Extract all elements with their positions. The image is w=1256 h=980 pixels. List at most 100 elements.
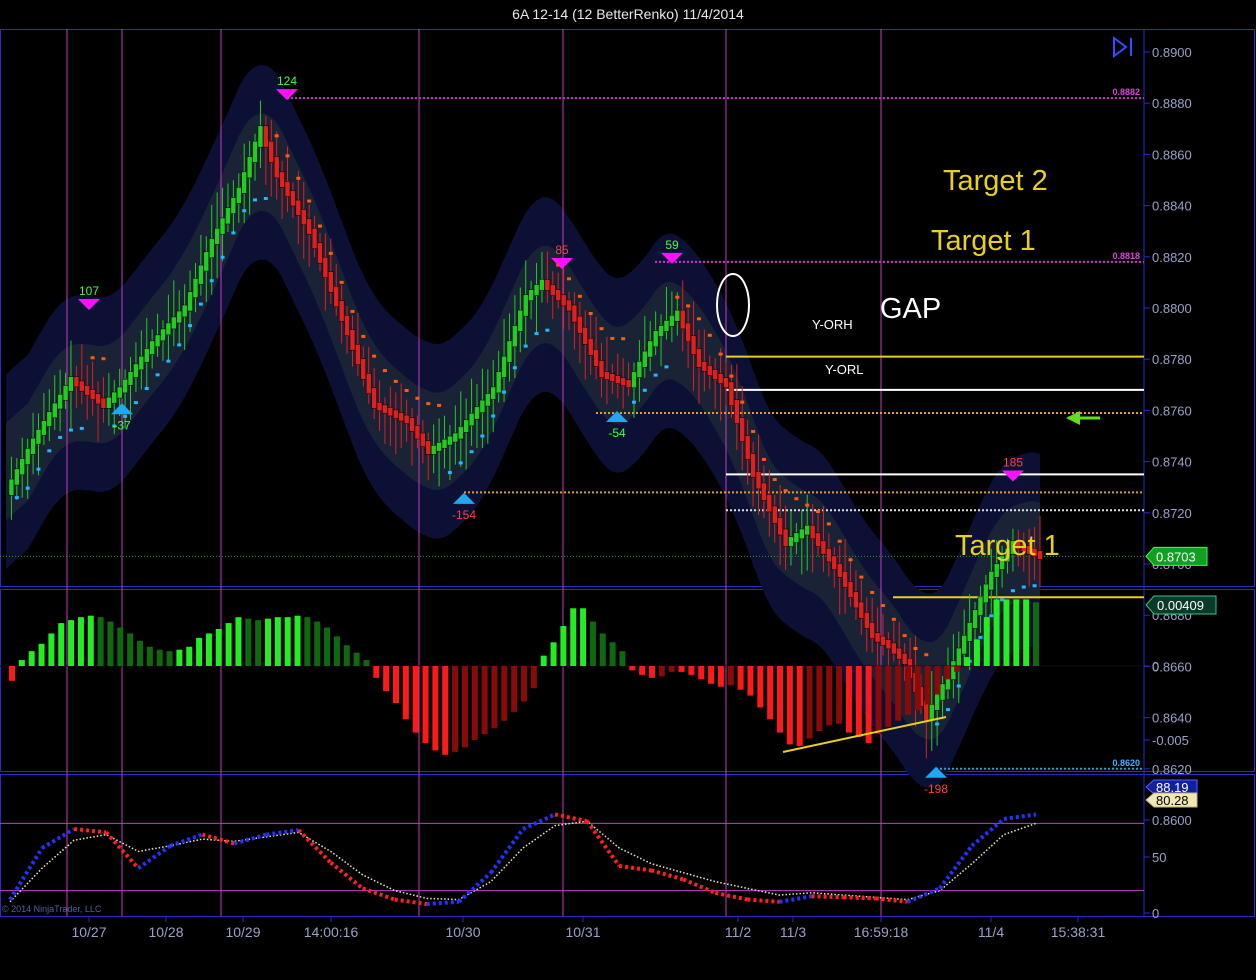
- stoch-k-segment: [618, 863, 652, 873]
- trend-dot: [426, 402, 431, 406]
- candle-body: [398, 412, 404, 422]
- candle-body: [799, 528, 805, 540]
- candle-body: [744, 435, 751, 460]
- candle-body: [79, 380, 85, 392]
- macd-bar: [137, 640, 143, 666]
- trend-dot: [480, 434, 485, 438]
- trend-dot: [902, 634, 907, 638]
- stoch-k-segment: [137, 844, 172, 870]
- macd-bar: [373, 666, 380, 678]
- copyright-label: © 2014 NinjaTrader, LLC: [2, 904, 102, 914]
- candle-body: [853, 591, 859, 609]
- candle-body: [252, 140, 258, 163]
- macd-bar: [127, 633, 134, 666]
- macd-bar: [186, 646, 193, 666]
- last-price-text: 0.8703: [1156, 549, 1196, 564]
- trend-dot: [848, 558, 853, 562]
- candle-body: [452, 432, 459, 443]
- macd-bar: [461, 666, 468, 748]
- macd-bar: [422, 666, 429, 743]
- trend-dot: [1032, 584, 1037, 588]
- trend-dot: [707, 333, 712, 337]
- macd-bar: [905, 666, 911, 715]
- trend-dot: [610, 336, 615, 340]
- target1-bottom-label: Target 1: [955, 530, 1060, 562]
- candle-body: [669, 314, 675, 327]
- macd-bar: [333, 636, 340, 666]
- trend-dot: [437, 403, 442, 407]
- candle-body: [100, 397, 107, 409]
- candle-body: [273, 156, 280, 179]
- trend-dot: [47, 449, 52, 453]
- stoch-k-segment: [362, 886, 396, 902]
- trend-dot: [133, 401, 138, 405]
- stoch-k-segment: [489, 827, 525, 874]
- candle-body: [149, 340, 155, 355]
- trend-dot: [891, 617, 896, 621]
- stoch-k-segment: [457, 871, 493, 904]
- trend-dot: [58, 435, 63, 439]
- macd-bar: [58, 623, 65, 666]
- stoch-k-segment: [585, 819, 621, 868]
- macd-bar: [708, 666, 715, 684]
- candle-body: [993, 563, 1000, 578]
- x-tick-label: 10/31: [565, 924, 600, 940]
- macd-bar: [166, 651, 173, 666]
- candle-body: [73, 376, 80, 388]
- stochastics-lines: [0, 812, 1144, 907]
- swing-high-label: 185: [1003, 456, 1023, 470]
- candle-body: [685, 322, 691, 342]
- stoch-k-segment: [426, 899, 460, 907]
- candle-body: [51, 402, 58, 419]
- trend-dot: [198, 302, 203, 306]
- candle-body: [663, 320, 670, 332]
- target2-label: Target 2: [943, 165, 1048, 197]
- trend-dot: [945, 708, 950, 712]
- candle-body: [333, 285, 339, 307]
- trend-dot: [36, 467, 41, 471]
- trend-dot: [361, 334, 366, 338]
- candle-body: [728, 381, 735, 406]
- candle-body: [116, 386, 123, 399]
- candle-body: [571, 304, 578, 323]
- price-tick-label: 0.8740: [1152, 455, 1192, 470]
- macd-bar: [265, 618, 271, 666]
- price-tick-label: 0.8720: [1152, 506, 1192, 521]
- candle-body: [891, 642, 897, 655]
- candle-body: [441, 438, 448, 449]
- trend-dot: [447, 471, 452, 475]
- candle-body: [815, 532, 821, 547]
- trend-dot: [458, 461, 463, 465]
- macd-bar: [934, 666, 941, 695]
- candle-body: [690, 335, 697, 355]
- trend-dot: [372, 354, 377, 358]
- trend-dot: [188, 324, 193, 328]
- candle-body: [371, 387, 377, 409]
- macd-bar: [412, 666, 419, 733]
- panel-frame-3: [0, 774, 1255, 917]
- candle-body: [425, 440, 432, 455]
- macd-bar: [619, 651, 626, 666]
- x-tick-label: 10/28: [148, 924, 183, 940]
- trend-dot: [469, 450, 474, 454]
- chart-canvas[interactable]: 0.88820.88180.8620 107-37124-15485-54591…: [0, 0, 1256, 980]
- candle-body: [403, 414, 410, 424]
- stoch-k-segment: [554, 812, 588, 824]
- candle-body: [560, 294, 567, 307]
- candle-body: [750, 453, 756, 478]
- candle-body: [279, 171, 285, 188]
- candle-body: [820, 540, 827, 555]
- price-tick-label: 0.8880: [1152, 96, 1192, 111]
- candle-body: [263, 125, 269, 148]
- candle-body: [365, 373, 372, 395]
- candle-body: [723, 377, 729, 389]
- candle-body: [338, 300, 345, 322]
- trend-dot: [913, 646, 918, 650]
- candle-body: [46, 411, 53, 427]
- candle-body: [19, 458, 25, 476]
- trend-dot: [155, 373, 160, 377]
- macd-bar: [717, 666, 724, 687]
- candle-body: [544, 279, 551, 291]
- trend-dot: [664, 365, 669, 369]
- candle-body: [290, 190, 296, 207]
